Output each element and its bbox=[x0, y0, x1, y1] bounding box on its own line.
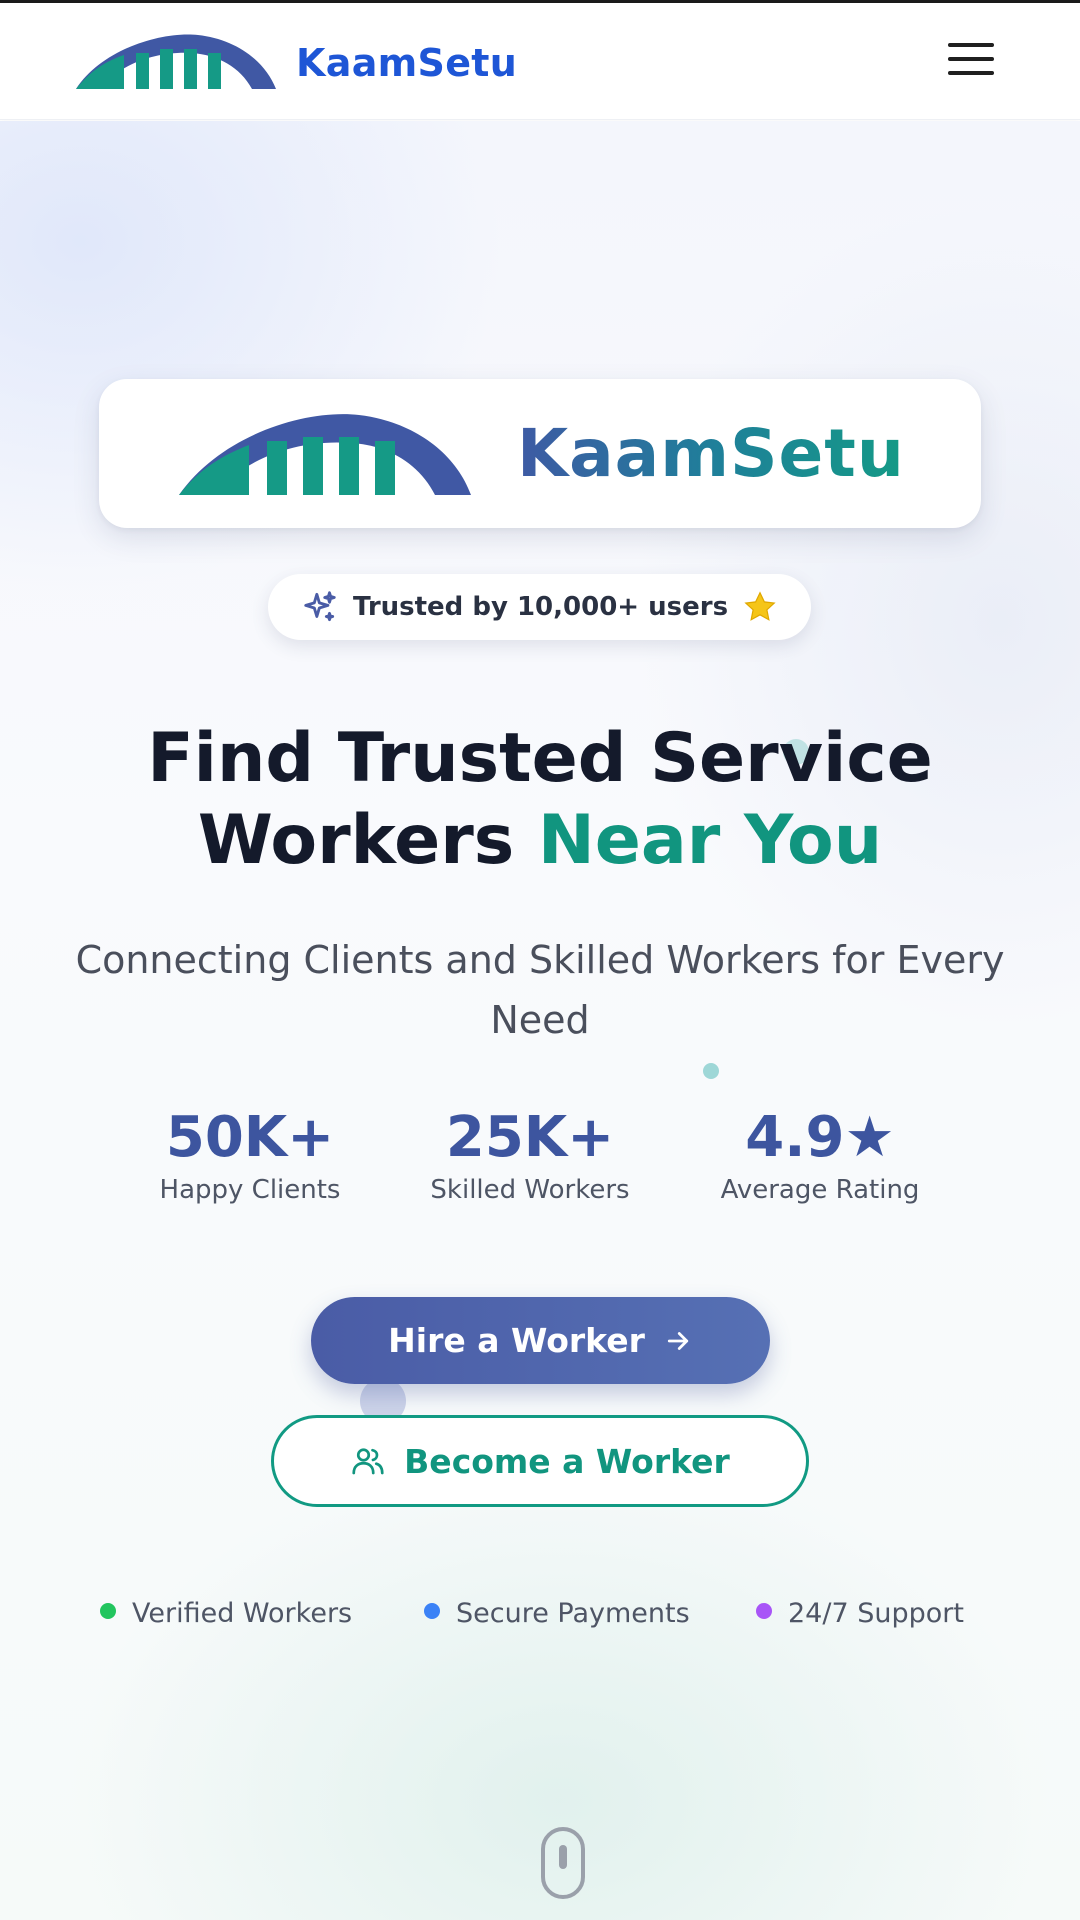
stat-label: Happy Clients bbox=[159, 1175, 341, 1205]
stats-row: 50K+ Happy Clients 25K+ Skilled Workers … bbox=[0, 1105, 1080, 1215]
hero-subtitle: Connecting Clients and Skilled Workers f… bbox=[75, 938, 1005, 1042]
headline-line-1: Find Trusted Service bbox=[147, 719, 933, 798]
stat-value: 50K+ bbox=[165, 1105, 335, 1170]
navbar: KaamSetu bbox=[0, 3, 1080, 120]
nav-brand-name[interactable]: KaamSetu bbox=[296, 41, 517, 85]
logo-card: KaamSetu bbox=[99, 379, 981, 528]
headline-accent: Near You bbox=[537, 801, 883, 880]
blue-dot-icon bbox=[424, 1602, 440, 1619]
decorative-dot bbox=[703, 1063, 719, 1079]
feature-24-7-support: 24/7 Support bbox=[756, 1598, 964, 1629]
mouse-scroll-icon[interactable] bbox=[541, 1827, 585, 1899]
hire-button-label: Hire a Worker bbox=[388, 1321, 645, 1360]
become-worker-label: Become a Worker bbox=[404, 1441, 730, 1481]
feature-label: Verified Workers bbox=[132, 1598, 353, 1629]
kaamsetu-logo-icon[interactable] bbox=[72, 31, 278, 93]
stat-label: Average Rating bbox=[720, 1175, 920, 1205]
sparkles-icon bbox=[304, 591, 336, 622]
green-dot-icon bbox=[100, 1602, 116, 1619]
purple-dot-icon bbox=[756, 1602, 772, 1619]
hamburger-menu-icon[interactable] bbox=[948, 43, 998, 83]
arrow-right-icon bbox=[667, 1331, 688, 1350]
stat-happy-clients: 50K+ Happy Clients bbox=[120, 1105, 380, 1205]
feature-label: Secure Payments bbox=[456, 1598, 690, 1629]
trust-badge: Trusted by 10,000+ users bbox=[268, 574, 811, 640]
stat-value: 25K+ bbox=[445, 1105, 615, 1170]
hero-headline: Find Trusted Service Workers Near You bbox=[0, 718, 1080, 882]
feature-label: 24/7 Support bbox=[788, 1598, 964, 1629]
stat-average-rating: 4.9★ Average Rating bbox=[690, 1105, 950, 1205]
hire-a-worker-button[interactable]: Hire a Worker bbox=[311, 1297, 770, 1384]
scroll-wheel bbox=[559, 1845, 567, 1869]
kaamsetu-logo-icon bbox=[179, 414, 471, 495]
become-a-worker-button[interactable]: Become a Worker bbox=[271, 1415, 809, 1507]
trust-badge-text: Trusted by 10,000+ users bbox=[352, 592, 729, 622]
logo-card-brand-name: KaamSetu bbox=[517, 415, 905, 492]
features-row: Verified Workers Secure Payments 24/7 Su… bbox=[0, 1598, 1080, 1638]
feature-secure-payments: Secure Payments bbox=[424, 1598, 690, 1629]
feature-verified-workers: Verified Workers bbox=[100, 1598, 352, 1629]
stat-skilled-workers: 25K+ Skilled Workers bbox=[400, 1105, 660, 1205]
users-icon bbox=[352, 1448, 384, 1475]
stat-label: Skilled Workers bbox=[430, 1175, 630, 1205]
star-icon bbox=[744, 591, 776, 621]
stat-value: 4.9★ bbox=[745, 1105, 895, 1170]
headline-line-2: Workers bbox=[197, 801, 538, 880]
